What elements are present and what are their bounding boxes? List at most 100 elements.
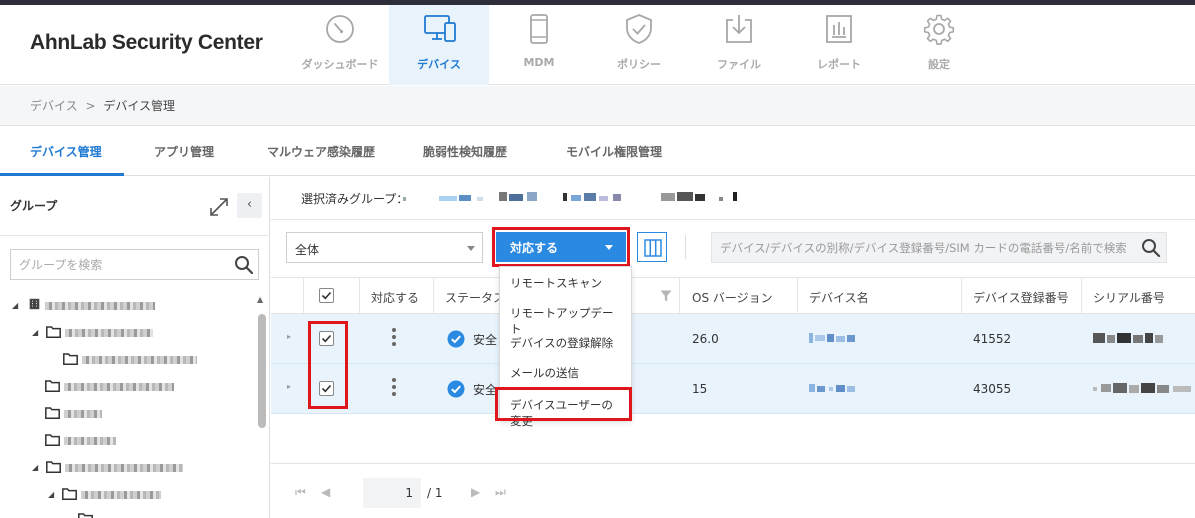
first-page-icon[interactable]: ⏮ bbox=[295, 485, 306, 500]
folder-icon bbox=[45, 434, 60, 446]
menu-item-send-mail[interactable]: メールの送信 bbox=[500, 357, 631, 387]
row-os-version: 15 bbox=[692, 382, 708, 396]
breadcrumb-parent[interactable]: デバイス bbox=[30, 99, 78, 113]
tree-node-label-redacted bbox=[65, 329, 153, 337]
row-more-menu-icon[interactable] bbox=[392, 378, 396, 400]
device-search bbox=[711, 232, 1167, 263]
row-expand-arrow-icon[interactable]: ▸ bbox=[287, 332, 291, 341]
folder-icon bbox=[63, 353, 78, 365]
checkmark-icon bbox=[321, 291, 332, 300]
group-tree: ◢ ◢ ◢ ◢ bbox=[0, 292, 256, 518]
device-search-input[interactable] bbox=[712, 233, 1132, 262]
action-button-label: 対応する bbox=[510, 241, 559, 255]
row-expand-arrow-icon[interactable]: ▸ bbox=[287, 382, 291, 391]
tree-node-label-redacted bbox=[64, 437, 116, 445]
scroll-up-arrow-icon[interactable]: ▲ bbox=[257, 295, 263, 304]
row-serial-redacted bbox=[1093, 383, 1191, 393]
nav-report[interactable]: レポート bbox=[789, 5, 889, 85]
breadcrumb-current: デバイス管理 bbox=[103, 99, 175, 113]
column-header-os-version[interactable]: OS バージョン bbox=[692, 289, 773, 306]
shield-check-icon bbox=[626, 14, 652, 44]
tab-vulnerability-history[interactable]: 脆弱性検知履歴 bbox=[423, 143, 507, 160]
table-row[interactable]: ▸ 安全 15 43055 bbox=[271, 364, 1195, 414]
column-settings-button[interactable] bbox=[637, 232, 667, 262]
expand-panel-button[interactable] bbox=[207, 195, 231, 219]
menu-item-remote-scan[interactable]: リモートスキャン bbox=[500, 267, 631, 297]
tree-scrollbar-thumb[interactable] bbox=[258, 314, 266, 428]
nav-file[interactable]: ファイル bbox=[689, 5, 789, 85]
chevron-down-icon bbox=[467, 246, 475, 251]
select-all-checkbox[interactable] bbox=[319, 288, 334, 303]
current-page-input[interactable]: 1 bbox=[363, 478, 421, 508]
main-panel: 選択済みグループ： 全体 対応する デバイス/デバイスの別称/デバイス登録番号/… bbox=[271, 177, 1195, 518]
group-search-input[interactable] bbox=[11, 250, 229, 279]
nav-label: ファイル bbox=[717, 58, 761, 71]
expand-arrow-icon[interactable]: ◢ bbox=[48, 490, 54, 499]
download-tray-icon bbox=[726, 15, 752, 43]
tab-mobile-permissions[interactable]: モバイル権限管理 bbox=[566, 143, 662, 160]
action-dropdown-button[interactable]: 対応する bbox=[496, 232, 626, 262]
tree-node-label-redacted bbox=[64, 383, 174, 391]
header: AhnLab Security Center ダッシュボード デバイス MDM bbox=[0, 5, 1195, 85]
row-serial-redacted bbox=[1093, 333, 1163, 343]
column-header-serial[interactable]: シリアル番号 bbox=[1093, 289, 1165, 306]
sub-tabs: デバイス管理 アプリ管理 マルウェア感染履歴 脆弱性検知履歴 モバイル権限管理 bbox=[0, 127, 1195, 176]
highlight-outline-checkboxes bbox=[308, 321, 348, 409]
nav-policy[interactable]: ポリシー bbox=[589, 5, 689, 85]
status-filter-select[interactable]: 全体 bbox=[286, 232, 483, 263]
collapse-panel-button[interactable]: ‹ bbox=[237, 193, 262, 218]
menu-item-remote-update[interactable]: リモートアップデート bbox=[500, 297, 631, 336]
active-tab-indicator bbox=[0, 173, 124, 176]
row-os-version: 26.0 bbox=[692, 332, 719, 346]
expand-arrow-icon[interactable]: ◢ bbox=[32, 463, 38, 472]
selected-group-name-redacted bbox=[403, 192, 737, 201]
row-status: 安全 bbox=[473, 333, 498, 347]
group-search bbox=[10, 249, 259, 280]
column-separator bbox=[303, 278, 304, 314]
divider bbox=[271, 463, 1195, 464]
tab-app-management[interactable]: アプリ管理 bbox=[154, 143, 214, 160]
mobile-phone-icon bbox=[530, 14, 548, 44]
nav-devices[interactable]: デバイス bbox=[389, 5, 489, 85]
tab-device-management[interactable]: デバイス管理 bbox=[30, 143, 102, 160]
nav-label: デバイス bbox=[417, 58, 461, 71]
search-icon[interactable] bbox=[1141, 238, 1161, 258]
chevron-left-icon: ‹ bbox=[246, 197, 253, 212]
breadcrumb: デバイス > デバイス管理 bbox=[0, 86, 1195, 126]
nav-label: レポート bbox=[817, 58, 861, 71]
next-page-icon[interactable]: ▶ bbox=[471, 485, 480, 499]
column-header-registration-number[interactable]: デバイス登録番号 bbox=[973, 289, 1069, 306]
group-panel: グループ ‹ ◢ bbox=[0, 177, 270, 518]
row-status: 安全 bbox=[473, 383, 498, 397]
prev-page-icon[interactable]: ◀ bbox=[321, 485, 330, 499]
highlight-outline-change-user bbox=[495, 387, 632, 421]
tree-node-label-redacted bbox=[81, 491, 161, 499]
column-header-device-name[interactable]: デバイス名 bbox=[809, 289, 869, 306]
menu-item-unregister-device[interactable]: デバイスの登録解除 bbox=[500, 327, 631, 357]
filter-funnel-icon[interactable] bbox=[660, 290, 672, 302]
column-header-status[interactable]: ステータス bbox=[445, 289, 505, 306]
expand-arrow-icon[interactable]: ◢ bbox=[12, 301, 18, 310]
devices-icon bbox=[424, 15, 456, 42]
app-root: AhnLab Security Center ダッシュボード デバイス MDM bbox=[0, 0, 1195, 518]
search-icon[interactable] bbox=[234, 255, 254, 275]
filter-select-value: 全体 bbox=[295, 243, 320, 257]
columns-icon bbox=[644, 239, 662, 257]
report-chart-icon bbox=[826, 15, 852, 43]
divider bbox=[0, 235, 270, 236]
row-device-name-redacted bbox=[809, 333, 855, 343]
pagination: ⏮ ◀ 1 / 1 ▶ ⏭ bbox=[271, 477, 1195, 508]
nav-settings[interactable]: 設定 bbox=[889, 5, 989, 85]
nav-mdm[interactable]: MDM bbox=[489, 5, 589, 85]
tab-malware-history[interactable]: マルウェア感染履歴 bbox=[267, 143, 375, 160]
table-header: 対応する ステータス OS バージョン デバイス名 デバイス登録番号 シリアル番… bbox=[271, 277, 1195, 314]
brand-logo: AhnLab Security Center bbox=[30, 31, 263, 54]
row-more-menu-icon[interactable] bbox=[392, 328, 396, 350]
expand-arrow-icon[interactable]: ◢ bbox=[32, 328, 38, 337]
last-page-icon[interactable]: ⏭ bbox=[495, 485, 506, 500]
nav-dashboard[interactable]: ダッシュボード bbox=[290, 5, 390, 85]
column-header-action[interactable]: 対応する bbox=[371, 289, 419, 306]
table-row[interactable]: ▸ 安全 26.0 41552 bbox=[271, 314, 1195, 364]
folder-icon bbox=[45, 407, 60, 419]
nav-label: MDM bbox=[523, 56, 555, 69]
